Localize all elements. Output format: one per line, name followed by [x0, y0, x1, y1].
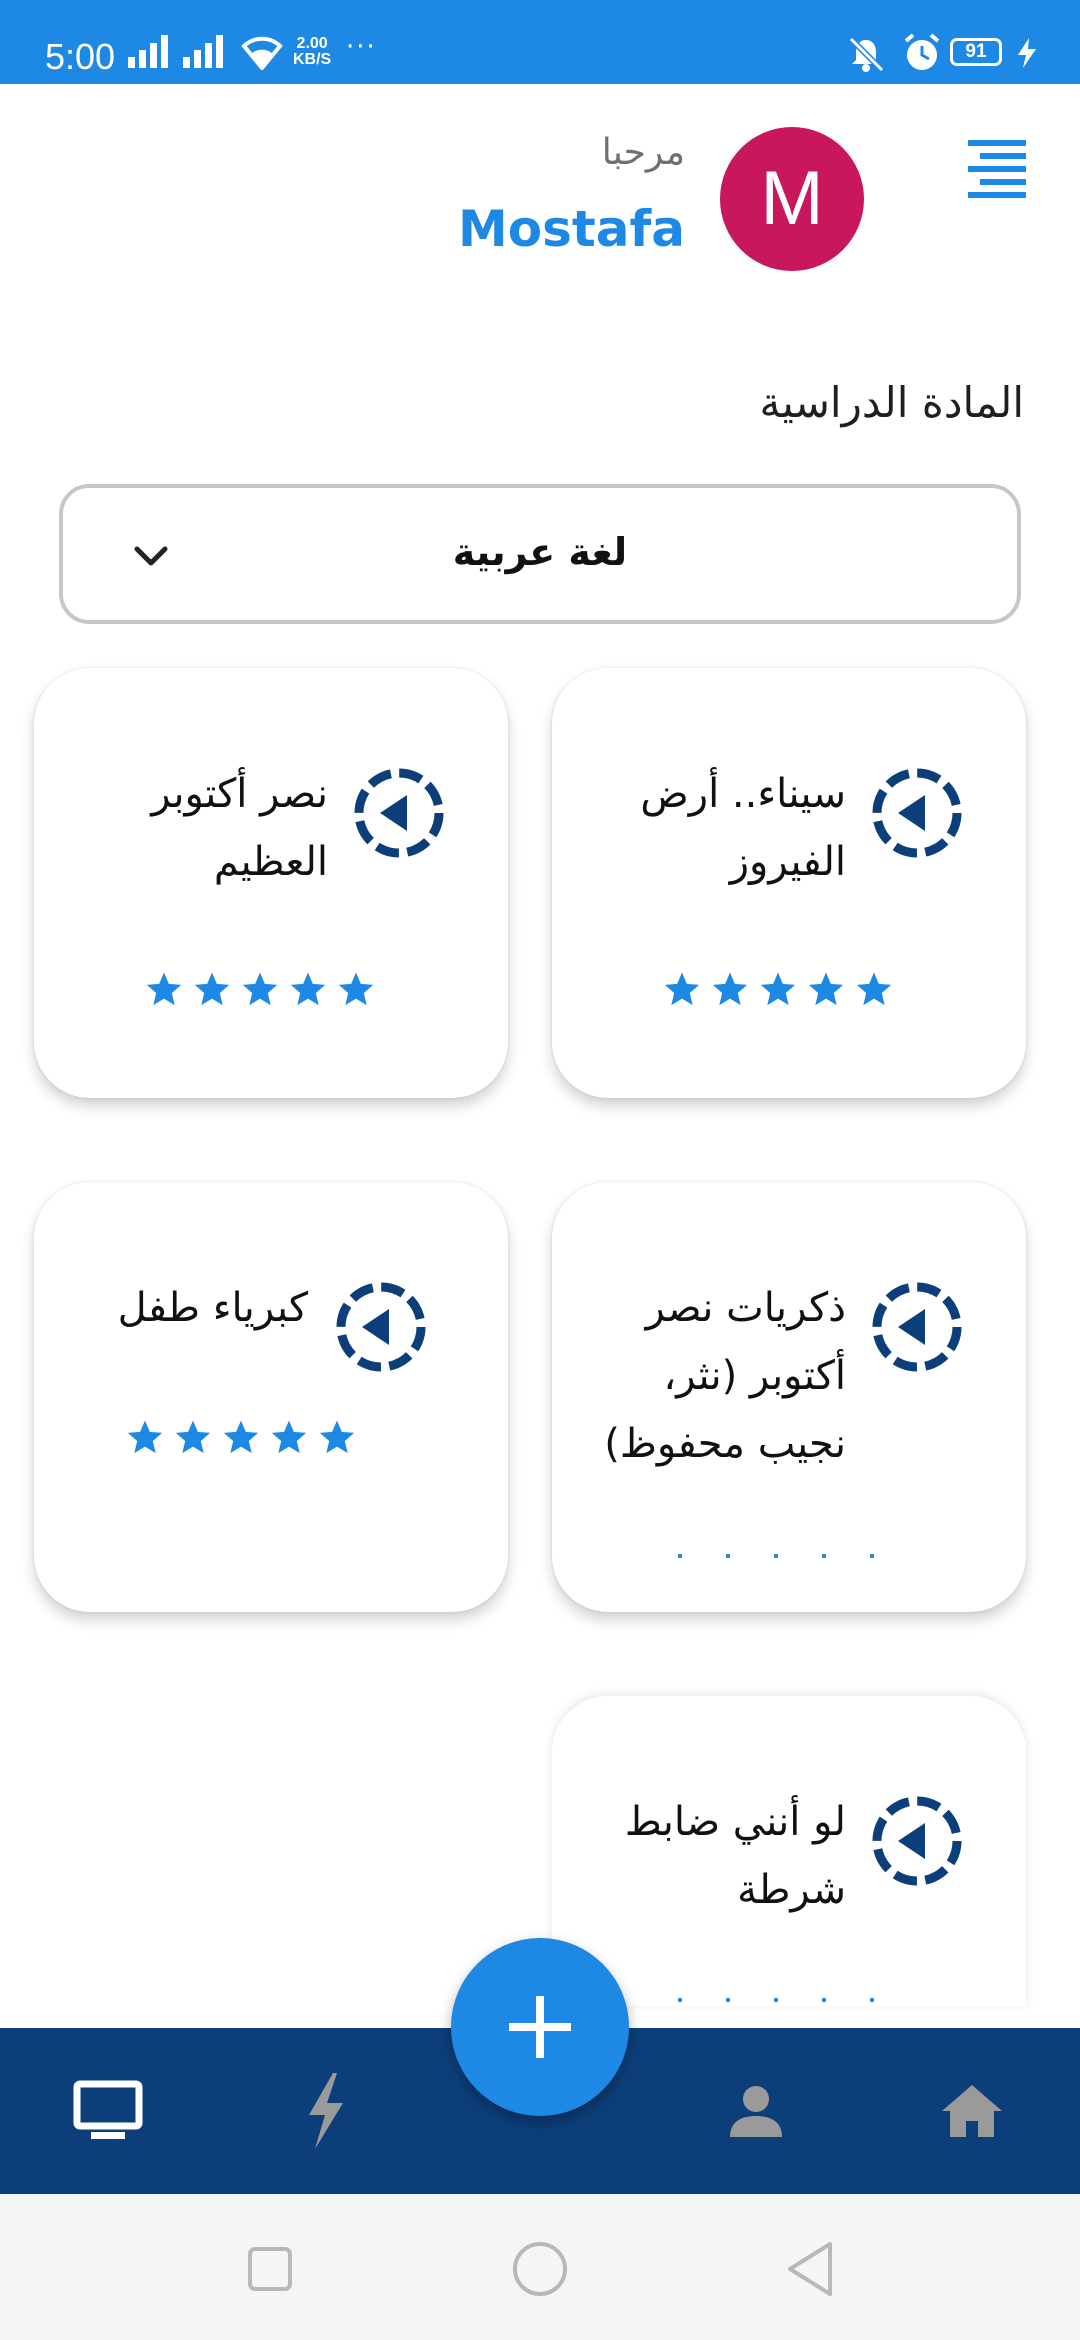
status-bar: 5:00 2.00 KB/S ··· 91 — [0, 0, 1080, 84]
lesson-title: سيناء.. أرض الفيروز — [640, 771, 846, 885]
lesson-title: لو أنني ضابط شرطة — [624, 1799, 846, 1913]
user-name: Mostafa — [457, 200, 685, 258]
empty-rating-dot — [822, 1998, 826, 2002]
empty-rating-dot — [774, 1554, 778, 1558]
nav-profile[interactable] — [701, 2028, 811, 2194]
nav-tv[interactable] — [53, 2028, 163, 2194]
more-dots: ··· — [346, 32, 377, 62]
empty-rating-dot — [870, 1998, 874, 2002]
home-icon — [942, 2085, 1002, 2137]
signal-icon — [128, 35, 168, 68]
rating-stars — [125, 1418, 357, 1458]
status-time: 5:00 — [45, 36, 116, 77]
subject-selected-value: لغة عربية — [452, 530, 628, 574]
lesson-card[interactable]: سيناء.. أرض الفيروز — [552, 668, 1026, 1098]
play-audio-icon — [872, 768, 962, 858]
star-icon — [856, 972, 892, 1006]
play-audio-icon — [336, 1282, 426, 1372]
star-icon — [664, 972, 700, 1006]
person-icon — [730, 2086, 782, 2137]
rating-stars — [662, 970, 894, 1010]
add-button[interactable] — [451, 1938, 629, 2116]
rating-stars — [144, 970, 376, 1010]
lesson-card[interactable]: لو أنني ضابط شرطة — [552, 1696, 1026, 2006]
signal-icon — [183, 35, 223, 68]
wifi-icon — [241, 36, 283, 70]
empty-rating-dot — [726, 1554, 730, 1558]
star-icon — [290, 972, 326, 1006]
play-audio-icon — [354, 768, 444, 858]
lesson-title: ذكريات نصر أكتوبر (نثر، نجيب محفوظ) — [604, 1285, 846, 1467]
star-icon — [146, 972, 182, 1006]
empty-rating-dot — [774, 1998, 778, 2002]
subject-dropdown[interactable]: لغة عربية — [59, 484, 1021, 624]
home-circle-icon[interactable] — [505, 2234, 575, 2304]
empty-rating-dot — [678, 1554, 682, 1558]
star-icon — [760, 972, 796, 1006]
empty-rating-dot — [870, 1554, 874, 1558]
chevron-down-icon — [134, 546, 168, 566]
recent-apps-icon[interactable] — [235, 2234, 305, 2304]
play-audio-icon — [872, 1282, 962, 1372]
battery-indicator: 91 — [950, 38, 1002, 66]
star-icon — [175, 1420, 211, 1454]
mute-bell-icon — [848, 36, 885, 73]
play-audio-icon — [872, 1796, 962, 1886]
star-icon — [319, 1420, 355, 1454]
nav-home[interactable] — [917, 2028, 1027, 2194]
lesson-title: نصر أكتوبر العظيم — [151, 771, 328, 885]
lesson-title: كبرياء طفل — [117, 1285, 308, 1331]
empty-rating-dot — [678, 1998, 682, 2002]
plus-icon — [509, 1996, 571, 2058]
menu-icon[interactable] — [968, 140, 1026, 198]
star-icon — [223, 1420, 259, 1454]
subject-label: المادة الدراسية — [759, 378, 1024, 427]
alarm-icon — [904, 33, 940, 70]
empty-rating-dot — [726, 1998, 730, 2002]
rating-placeholder — [678, 1554, 874, 1558]
lesson-card[interactable]: نصر أكتوبر العظيم — [34, 668, 508, 1098]
lesson-card[interactable]: كبرياء طفل — [34, 1182, 508, 1612]
bolt-icon — [309, 2073, 343, 2149]
rating-placeholder — [678, 1998, 874, 2002]
star-icon — [242, 972, 278, 1006]
lesson-card[interactable]: ذكريات نصر أكتوبر (نثر، نجيب محفوظ) — [552, 1182, 1026, 1612]
star-icon — [338, 972, 374, 1006]
back-icon[interactable] — [775, 2234, 845, 2304]
star-icon — [194, 972, 230, 1006]
star-icon — [712, 972, 748, 1006]
star-icon — [271, 1420, 307, 1454]
star-icon — [127, 1420, 163, 1454]
monitor-icon — [73, 2080, 143, 2139]
empty-rating-dot — [822, 1554, 826, 1558]
nav-activity[interactable] — [270, 2028, 380, 2194]
greeting-text: مرحبا — [601, 132, 685, 173]
network-speed: 2.00 KB/S — [293, 35, 332, 68]
system-navigation-bar — [0, 2194, 1080, 2340]
charging-icon — [1018, 38, 1036, 68]
star-icon — [808, 972, 844, 1006]
avatar[interactable]: M — [720, 127, 864, 271]
